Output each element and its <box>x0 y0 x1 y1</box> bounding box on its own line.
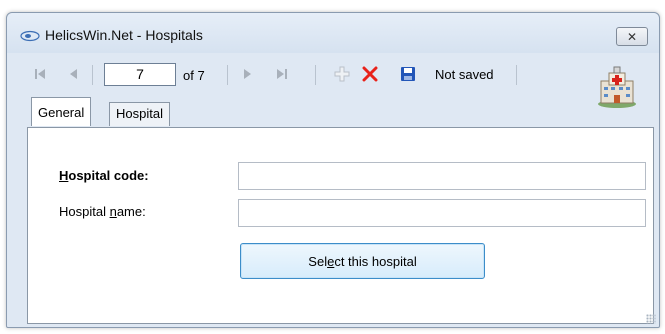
record-number-input[interactable]: 7 <box>104 63 176 86</box>
last-record-button[interactable] <box>275 65 289 83</box>
previous-record-icon <box>70 69 77 79</box>
tab-general[interactable]: General <box>31 97 92 126</box>
select-hospital-button[interactable]: Sel e ct this hospital <box>240 243 485 279</box>
close-icon: ✕ <box>626 29 638 44</box>
hospital-building-icon <box>598 66 636 108</box>
hospital-code-label: Hospital code: <box>59 168 149 183</box>
toolbar-separator <box>516 65 517 85</box>
previous-record-button[interactable] <box>67 65 79 83</box>
add-record-button[interactable] <box>333 65 351 83</box>
save-icon <box>401 67 415 81</box>
window-title: HelicsWin.Net - Hospitals <box>45 27 203 43</box>
first-record-button[interactable] <box>33 65 47 83</box>
hospital-code-field[interactable] <box>238 162 646 190</box>
next-record-icon <box>244 69 251 79</box>
delete-record-button[interactable] <box>361 65 379 83</box>
record-toolbar: 7 of 7 Not saved <box>7 57 659 89</box>
hospitals-window: HelicsWin.Net - Hospitals ✕ 7 of 7 Not s… <box>6 12 660 328</box>
next-record-button[interactable] <box>242 65 254 83</box>
tab-hospital-list[interactable]: Hospital list <box>109 102 170 143</box>
app-icon <box>20 30 40 42</box>
general-panel: Hospital code: Hospital name: Sel e ct thi… <box>27 127 654 324</box>
add-record-icon <box>334 66 350 82</box>
toolbar-separator <box>315 65 316 85</box>
toolbar-separator <box>227 65 228 85</box>
title-bar[interactable]: HelicsWin.Net - Hospitals ✕ <box>7 13 659 53</box>
close-button[interactable]: ✕ <box>616 27 648 46</box>
hospital-name-label: Hospital name: <box>59 204 146 219</box>
delete-record-icon <box>362 66 378 82</box>
last-record-icon <box>277 69 287 79</box>
record-count: of 7 <box>183 68 205 83</box>
toolbar-separator <box>92 65 93 85</box>
first-record-icon <box>35 69 45 79</box>
save-status: Not saved <box>435 67 494 82</box>
save-record-button[interactable] <box>399 65 417 83</box>
resize-grip[interactable] <box>646 314 656 324</box>
hospital-name-field[interactable] <box>238 199 646 227</box>
